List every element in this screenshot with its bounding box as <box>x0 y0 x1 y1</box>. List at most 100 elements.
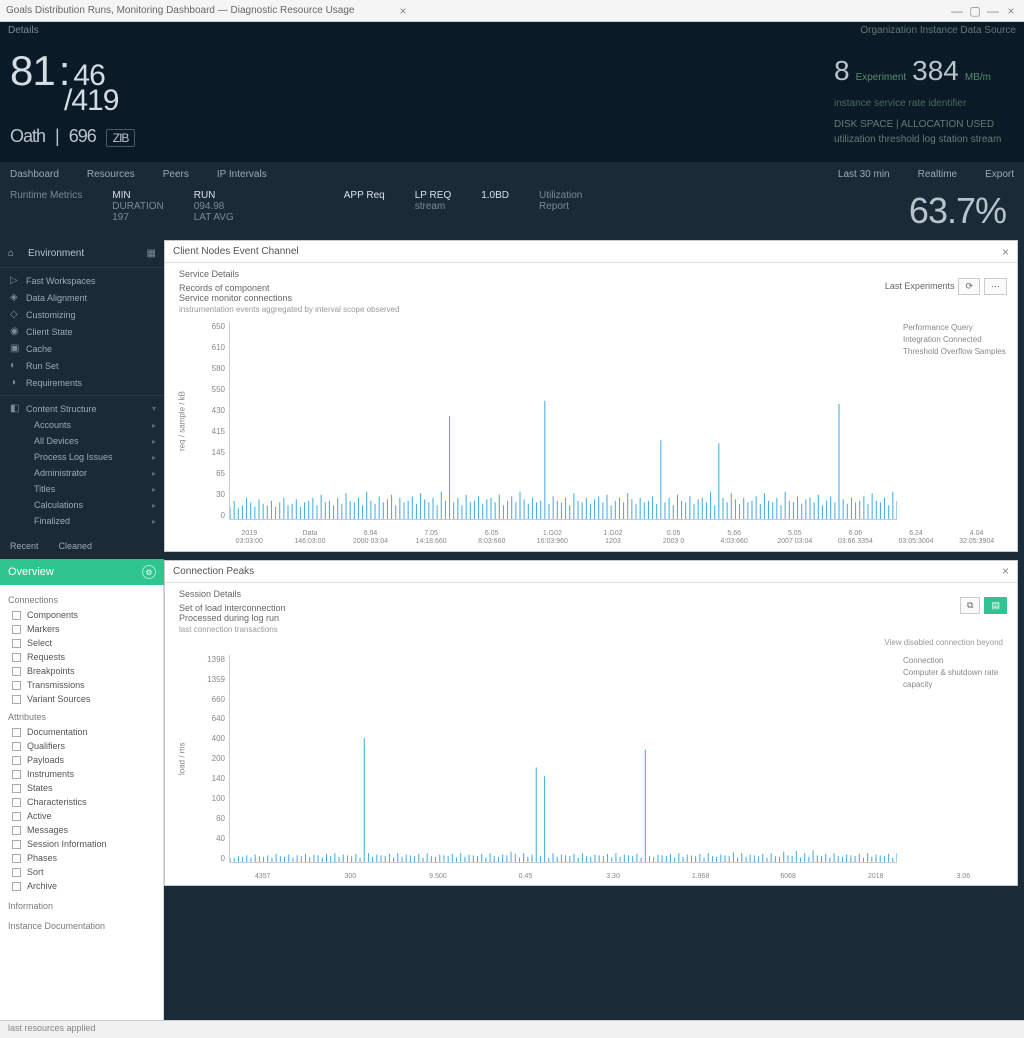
stat3-l2: stream <box>415 201 452 212</box>
stat5-l2: Report <box>539 201 582 212</box>
nav-last30[interactable]: Last 30 min <box>838 169 890 180</box>
sidebar-item[interactable]: ▷Fast Workspaces <box>0 272 164 289</box>
filter-checkbox[interactable]: Active <box>6 809 157 823</box>
checkbox-icon <box>12 798 21 807</box>
panel-b-close-icon[interactable]: × <box>1002 564 1009 578</box>
stat0-l1: MIN <box>112 190 163 201</box>
filter-label: Documentation <box>27 727 88 737</box>
nav-export[interactable]: Export <box>985 169 1014 180</box>
checkbox-icon <box>12 728 21 737</box>
filter-label: Select <box>27 638 52 648</box>
window-close2-icon[interactable]: — <box>986 4 1000 18</box>
sidebar-section2[interactable]: ◧ Content Structure ▾ <box>0 400 164 417</box>
home-icon: ⌂ <box>8 248 22 259</box>
chart-a-ylabel: req / sample / kB <box>175 322 189 520</box>
checkbox-icon <box>12 742 21 751</box>
panel-a-header: Client Nodes Event Channel × <box>165 241 1017 263</box>
sidebar-sub-item[interactable]: Administrator▸ <box>24 465 164 481</box>
filter-checkbox[interactable]: Variant Sources <box>6 692 157 706</box>
sidebar-dark: ⌂ Environment ▦ ▷Fast Workspaces◈Data Al… <box>0 240 164 537</box>
grid-icon[interactable]: ▦ <box>147 248 156 259</box>
nav-icon: ▣ <box>10 343 26 354</box>
sidebar-sub-item[interactable]: All Devices▸ <box>24 433 164 449</box>
window-close-icon[interactable]: × <box>396 4 410 18</box>
filter-checkbox[interactable]: Transmissions <box>6 678 157 692</box>
stat4-l1: 1.0BD <box>481 190 509 201</box>
filter-checkbox[interactable]: Phases <box>6 851 157 865</box>
filter-checkbox[interactable]: Markers <box>6 622 157 636</box>
chart-b-plot[interactable] <box>229 655 897 863</box>
filter-checkbox[interactable]: States <box>6 781 157 795</box>
filter-checkbox[interactable]: Documentation <box>6 725 157 739</box>
chart-a-plot[interactable] <box>229 322 897 520</box>
filter-checkbox[interactable]: Session Information <box>6 837 157 851</box>
divider <box>0 395 164 396</box>
sidebar-tab-recent[interactable]: Recent <box>10 541 39 555</box>
header-menu-right[interactable]: Organization Instance Data Source <box>860 25 1016 41</box>
sidebar-sub-item[interactable]: Accounts▸ <box>24 417 164 433</box>
gear-icon[interactable]: ⚙ <box>142 565 156 579</box>
panel-b-copy-button[interactable]: ⧉ <box>960 597 980 614</box>
sidebar-item[interactable]: ◈Data Alignment <box>0 289 164 306</box>
panel-a-opts-button[interactable]: ⋯ <box>984 278 1007 295</box>
stat-block-2: APP Req <box>344 190 385 232</box>
checkbox-icon <box>12 653 21 662</box>
filter-checkbox[interactable]: Archive <box>6 879 157 893</box>
sidebar-header-label: Environment <box>28 248 84 259</box>
tab-dashboard[interactable]: Dashboard <box>10 169 59 180</box>
sidebar-sub-item[interactable]: Finalized▸ <box>24 513 164 529</box>
tab-resources[interactable]: Resources <box>87 169 135 180</box>
sidebar-tab-cleaned[interactable]: Cleaned <box>59 541 93 555</box>
sidebar-item[interactable]: ▣Cache <box>0 340 164 357</box>
sidebar-item[interactable]: ◑Requirements <box>0 374 164 391</box>
chevron-down-icon: ▾ <box>152 404 156 413</box>
filter-checkbox[interactable]: Qualifiers <box>6 739 157 753</box>
tab-peers[interactable]: Peers <box>163 169 189 180</box>
filter-checkbox[interactable]: Payloads <box>6 753 157 767</box>
sidebar-sub-label: Calculations <box>34 500 83 510</box>
filter-checkbox[interactable]: Messages <box>6 823 157 837</box>
filter-checkbox[interactable]: Instruments <box>6 767 157 781</box>
sidebar-overview-header[interactable]: Overview ⚙ <box>0 559 164 585</box>
nav-icon: ◈ <box>10 292 26 303</box>
sidebar-sub-label: Titles <box>34 484 55 494</box>
panel-a-close-icon[interactable]: × <box>1002 245 1009 259</box>
header-block-b: utilization threshold log station stream <box>834 132 1014 147</box>
checkbox-icon <box>12 639 21 648</box>
stat0-l2: DURATION <box>112 201 163 212</box>
header-right-block: 8 Experiment 384 MB/m instance service r… <box>834 50 1014 147</box>
status-text: last resources applied <box>8 1023 96 1033</box>
filter-checkbox[interactable]: Sort <box>6 865 157 879</box>
filter-label: Variant Sources <box>27 694 90 704</box>
filter-checkbox[interactable]: Breakpoints <box>6 664 157 678</box>
tab-intervals[interactable]: IP Intervals <box>217 169 267 180</box>
filter-checkbox[interactable]: Select <box>6 636 157 650</box>
window-close3-icon[interactable]: × <box>1004 4 1018 18</box>
filter-checkbox[interactable]: Characteristics <box>6 795 157 809</box>
header-menu-left[interactable]: Details <box>8 25 39 41</box>
stat-block-3: LP REQ stream <box>415 190 452 232</box>
sidebar-item[interactable]: ◐Run Set <box>0 357 164 374</box>
main-area: ⌂ Environment ▦ ▷Fast Workspaces◈Data Al… <box>0 240 1024 1020</box>
window-minimize-icon[interactable]: — <box>950 4 964 18</box>
sidebar-sub-item[interactable]: Calculations▸ <box>24 497 164 513</box>
nav-realtime[interactable]: Realtime <box>918 169 957 180</box>
panel-a-refresh-button[interactable]: ⟳ <box>958 278 980 295</box>
sidebar-sub-item[interactable]: Process Log Issues▸ <box>24 449 164 465</box>
panel-b-line2: Processed during log run <box>179 613 286 623</box>
mini-readout-b: 384 <box>912 50 959 92</box>
sidebar-sub-item[interactable]: Titles▸ <box>24 481 164 497</box>
sidebar-item[interactable]: ◇Customizing <box>0 306 164 323</box>
mini-readout-a: 8 <box>834 50 850 92</box>
sidebar-item[interactable]: ◉Client State <box>0 323 164 340</box>
window-maximize-icon[interactable]: ▢ <box>968 4 982 18</box>
filter-checkbox[interactable]: Requests <box>6 650 157 664</box>
stat0-l3: 197 <box>112 212 163 223</box>
panel-b-view-button[interactable]: ▤ <box>984 597 1007 614</box>
panel-b-header: Connection Peaks × <box>165 561 1017 583</box>
sidebar-item-label: Cache <box>26 344 52 354</box>
filter-label: Messages <box>27 825 68 835</box>
panel-a-legend-hdr: Last Experiments <box>885 281 955 291</box>
filter-checkbox[interactable]: Components <box>6 608 157 622</box>
sidebar-header[interactable]: ⌂ Environment ▦ <box>0 244 164 263</box>
